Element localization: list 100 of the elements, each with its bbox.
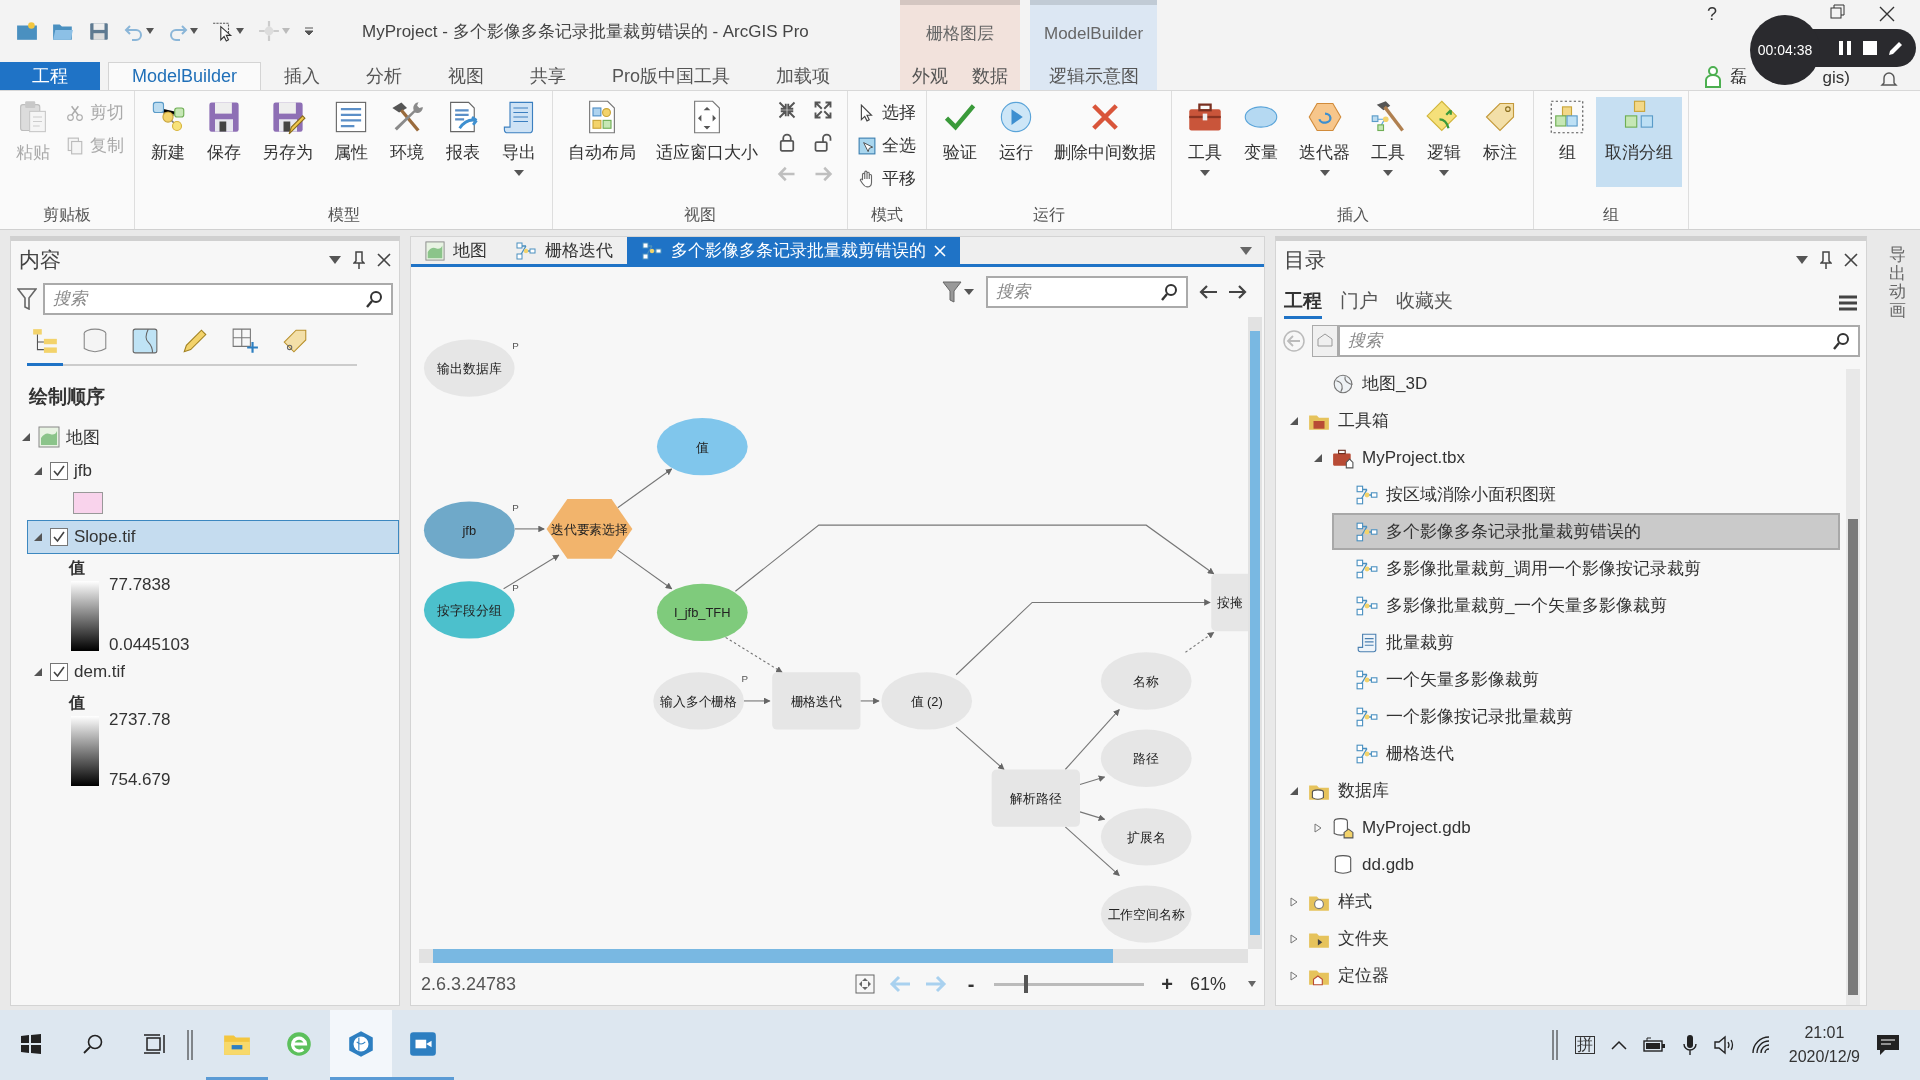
model-canvas[interactable]: 输出数据库 P 值 jfb P 迭代要素选择 按字段分组 P I_jfb_TFH 输入多个栅格 P 栅格迭代 值 (2) 按掩 解析路径 名称 路径 扩展名 工作空间名称 <box>419 317 1248 949</box>
catalog-item[interactable]: 一个矢量多影像裁剪 <box>1332 661 1846 698</box>
ribbon-tab[interactable]: ModelBuilder <box>108 62 262 90</box>
vertical-scrollbar[interactable] <box>1248 317 1262 949</box>
triangle-icon[interactable] <box>1289 970 1299 981</box>
catalog-item[interactable]: 样式 <box>1284 883 1846 920</box>
view-tab[interactable]: 栅格迭代 <box>501 237 627 264</box>
fit-window-icon[interactable] <box>853 973 876 995</box>
catalog-item[interactable]: 数据库 <box>1284 772 1846 809</box>
utilities-button[interactable]: 工具 <box>1361 97 1415 187</box>
new-button[interactable]: 新建 <box>141 97 195 187</box>
pen-icon[interactable] <box>1888 40 1904 56</box>
left-arrow-icon[interactable] <box>1198 284 1218 300</box>
customize-button[interactable] <box>302 24 316 38</box>
triangle-icon[interactable] <box>1289 896 1299 907</box>
search-field[interactable]: 搜索 <box>43 283 393 315</box>
horizontal-scrollbar[interactable] <box>419 949 1248 963</box>
catalog-tab[interactable]: 工程 <box>1284 287 1322 319</box>
label-button[interactable]: 标注 <box>1473 97 1527 187</box>
ribbon-tab[interactable]: 数据 <box>960 62 1020 90</box>
catalog-item[interactable]: 批量裁剪 <box>1332 624 1846 661</box>
ribbon-tab[interactable]: 工程 <box>0 62 100 90</box>
catalog-tab[interactable]: 收藏夹 <box>1396 287 1453 319</box>
checkbox[interactable] <box>50 663 68 681</box>
ribbon-tab[interactable]: 加载项 <box>753 62 854 90</box>
stop-icon[interactable] <box>1862 40 1878 56</box>
validate-button[interactable]: 验证 <box>933 97 987 187</box>
triangle-icon[interactable] <box>1289 415 1299 426</box>
pin-icon[interactable] <box>353 251 365 269</box>
ribbon-tab[interactable]: 外观 <box>900 62 960 90</box>
ribbon-tab[interactable]: 视图 <box>425 62 508 90</box>
ribbon-tab[interactable]: 共享 <box>507 62 590 90</box>
properties-button[interactable]: 属性 <box>324 97 378 187</box>
battery-icon[interactable] <box>1642 1037 1667 1053</box>
caret-icon[interactable] <box>1240 246 1252 255</box>
checkbox[interactable] <box>50 462 68 480</box>
layer-row[interactable]: jfb <box>27 454 399 488</box>
filter-icon[interactable] <box>17 288 37 310</box>
catalog-item[interactable]: 多影像批量裁剪_调用一个影像按记录裁剪 <box>1332 550 1846 587</box>
layer-row[interactable]: Slope.tif <box>27 520 399 554</box>
ungroup-button[interactable]: 取消分组 <box>1596 97 1682 187</box>
bell-icon[interactable] <box>1880 70 1898 88</box>
save-button[interactable]: 保存 <box>197 97 251 187</box>
vertical-scrollbar[interactable] <box>1846 369 1860 1005</box>
run-button[interactable]: 运行 <box>989 97 1043 187</box>
filter-button[interactable] <box>940 279 976 305</box>
insert-tool-button[interactable]: 工具 <box>1178 97 1232 187</box>
pause-icon[interactable] <box>1838 40 1852 56</box>
close-icon[interactable] <box>377 253 391 267</box>
variable-node[interactable] <box>423 581 515 639</box>
catalog-item[interactable]: 栅格迭代 <box>1332 735 1846 772</box>
triangle-icon[interactable] <box>33 532 43 542</box>
search-field[interactable]: 搜索 <box>1338 325 1860 357</box>
menu-icon[interactable] <box>1838 294 1858 312</box>
report-button[interactable]: 报表 <box>436 97 490 187</box>
auto-layout-button[interactable]: 自动布局 <box>559 97 645 187</box>
zoom-out-button[interactable]: - <box>959 972 982 996</box>
delete-intermediate-button[interactable]: 删除中间数据 <box>1045 97 1165 187</box>
right-arrow-icon[interactable] <box>1228 284 1248 300</box>
triangle-icon[interactable] <box>33 667 43 677</box>
variable-node[interactable] <box>881 672 973 730</box>
triangle-icon[interactable] <box>21 432 31 442</box>
save-as-button[interactable]: 另存为 <box>253 97 322 187</box>
caret-icon[interactable] <box>329 256 341 264</box>
variable-node[interactable] <box>423 501 515 559</box>
slider-thumb[interactable] <box>1023 975 1028 993</box>
pan-button[interactable]: 平移 <box>854 165 920 192</box>
notification-icon[interactable] <box>1876 1034 1900 1056</box>
layer-row[interactable]: dem.tif <box>27 655 399 689</box>
tool-node[interactable] <box>991 769 1080 827</box>
ribbon-tab[interactable]: 逻辑示意图 <box>1036 62 1151 90</box>
map-row[interactable]: 地图 <box>11 420 399 454</box>
export-button[interactable]: 导出 <box>492 97 546 187</box>
variable-button[interactable]: 变量 <box>1234 97 1288 187</box>
variable-node[interactable] <box>1100 729 1192 787</box>
view-tab[interactable] <box>27 327 63 366</box>
select-button[interactable]: 选择 <box>854 99 920 126</box>
close-icon[interactable] <box>1844 253 1858 267</box>
tool-node[interactable] <box>772 672 861 730</box>
help-button[interactable]: ? <box>1697 3 1727 25</box>
variable-node[interactable] <box>656 583 748 642</box>
triangle-icon[interactable] <box>33 466 43 476</box>
catalog-item[interactable]: 多个影像多条记录批量裁剪错误的 <box>1332 513 1840 550</box>
ribbon-tab[interactable]: 分析 <box>343 62 426 90</box>
catalog-item[interactable]: dd.gdb <box>1308 846 1846 883</box>
iterator-button[interactable]: 迭代器 <box>1290 97 1359 187</box>
variable-node[interactable] <box>653 672 744 730</box>
view-tab[interactable]: 地图 <box>411 237 501 264</box>
clock[interactable]: 21:01 2020/12/9 <box>1788 1021 1860 1069</box>
triangle-icon[interactable] <box>1289 933 1299 944</box>
triangle-icon[interactable] <box>1289 785 1299 796</box>
catalog-item[interactable]: MyProject.tbx <box>1308 439 1846 476</box>
variable-node[interactable] <box>1100 808 1192 866</box>
catalog-item[interactable]: 地图_3D <box>1308 365 1846 402</box>
select-all-button[interactable]: 全选 <box>854 132 920 159</box>
environments-button[interactable]: 环境 <box>380 97 434 187</box>
triangle-icon[interactable] <box>1313 452 1323 463</box>
fit-to-window-button[interactable]: 适应窗口大小 <box>647 97 767 187</box>
zoom-dropdown[interactable]: 61% <box>1189 973 1256 995</box>
taskbar-app[interactable] <box>330 1010 392 1080</box>
